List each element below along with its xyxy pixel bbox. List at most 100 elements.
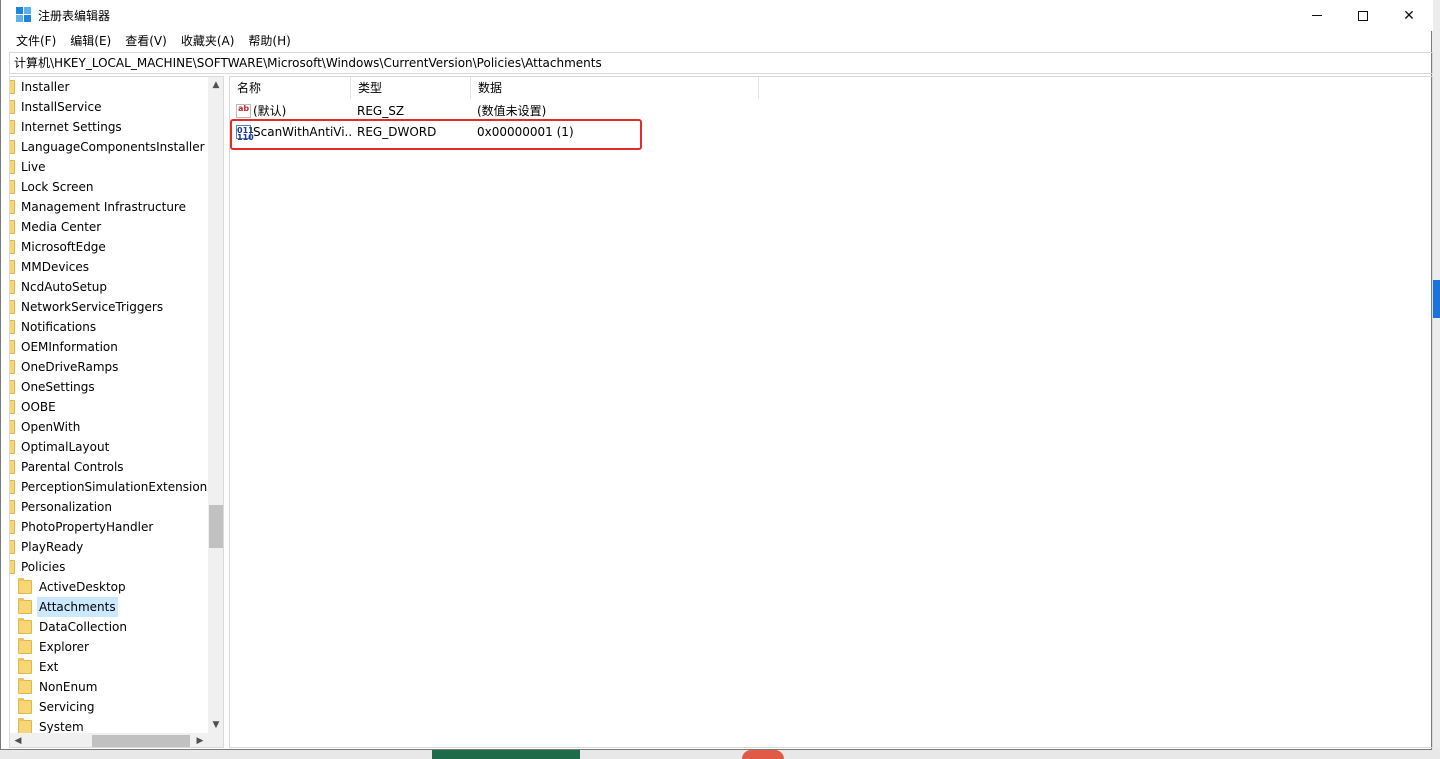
- tree-item-activedesktop[interactable]: ActiveDesktop: [10, 577, 208, 597]
- folder-icon: [10, 300, 15, 314]
- tree-item-installservice[interactable]: InstallService: [10, 97, 208, 117]
- tree-item-microsoftedge[interactable]: MicrosoftEdge: [10, 237, 208, 257]
- background-blue-block: [1432, 280, 1440, 318]
- folder-icon: [18, 698, 32, 714]
- tree-item-nonenum[interactable]: NonEnum: [10, 677, 208, 697]
- tree-item-optimallayout[interactable]: OptimalLayout: [10, 437, 208, 457]
- column-header-name[interactable]: 名称: [230, 77, 351, 99]
- tree-item-onedriveramps[interactable]: OneDriveRamps: [10, 357, 208, 377]
- tree-item-media-center[interactable]: Media Center: [10, 217, 208, 237]
- address-bar[interactable]: 计算机\HKEY_LOCAL_MACHINE\SOFTWARE\Microsof…: [9, 52, 1433, 74]
- tree-item-label: NonEnum: [39, 680, 98, 694]
- registry-editor-window: 注册表编辑器 ✕ 文件(F) 编辑(E) 查看(V) 收藏夹(A) 帮助(H) …: [0, 0, 1433, 750]
- tree-item-playready[interactable]: PlayReady: [10, 537, 208, 557]
- scroll-corner: [208, 733, 223, 747]
- folder-icon: [18, 718, 32, 734]
- values-pane[interactable]: 名称 类型 数据 ab (默认) REG_SZ (数值未设置) 011 110 S…: [229, 76, 1433, 748]
- key-tree-pane[interactable]: Installer InstallService Internet Settings…: [9, 76, 224, 748]
- tree-item-label: PerceptionSimulationExtensions: [21, 480, 214, 494]
- folder-icon: [10, 80, 15, 94]
- tree-item-servicing[interactable]: Servicing: [10, 697, 208, 717]
- folder-icon: [10, 460, 15, 474]
- tree-item-personalization[interactable]: Personalization: [10, 497, 208, 517]
- tree-item-attachments[interactable]: Attachments: [10, 597, 208, 617]
- folder-icon: [10, 560, 15, 574]
- scroll-left-arrow-icon[interactable]: ◀: [10, 733, 26, 747]
- tree-item-label: Personalization: [21, 500, 112, 514]
- tree-item-notifications[interactable]: Notifications: [10, 317, 208, 337]
- tree-item-oeminformation[interactable]: OEMInformation: [10, 337, 208, 357]
- tree-item-label: Media Center: [21, 220, 102, 234]
- tree-item-label: Internet Settings: [21, 120, 122, 134]
- scroll-right-arrow-icon[interactable]: ▶: [192, 733, 208, 747]
- folder-icon: [10, 280, 15, 294]
- scroll-down-arrow-icon[interactable]: ▼: [208, 717, 223, 733]
- column-header-data[interactable]: 数据: [471, 77, 759, 99]
- minimize-icon: [1312, 15, 1322, 16]
- title-bar[interactable]: 注册表编辑器 ✕: [1, 0, 1433, 31]
- maximize-button[interactable]: [1340, 0, 1386, 31]
- tree-item-label: Notifications: [21, 320, 97, 334]
- tree-item-datacollection[interactable]: DataCollection: [10, 617, 208, 637]
- tree-item-management-infrastructure[interactable]: Management Infrastructure: [10, 197, 208, 217]
- folder-icon: [10, 480, 15, 494]
- tree-item-label: LanguageComponentsInstaller: [21, 140, 205, 154]
- value-name: (默认): [253, 104, 287, 118]
- tree-item-label: OptimalLayout: [21, 440, 110, 454]
- folder-icon: [18, 618, 32, 634]
- column-header-type[interactable]: 类型: [351, 77, 471, 99]
- tree-item-onesettings[interactable]: OneSettings: [10, 377, 208, 397]
- tree-item-perceptionsimulationextensions[interactable]: PerceptionSimulationExtensions: [10, 477, 214, 497]
- scroll-up-arrow-icon[interactable]: ▲: [208, 77, 223, 93]
- tree-item-label: OneSettings: [21, 380, 95, 394]
- tree-item-openwith[interactable]: OpenWith: [10, 417, 208, 437]
- tree-item-label: Attachments: [37, 597, 118, 617]
- tree-item-policies[interactable]: Policies: [10, 557, 208, 577]
- value-row-default[interactable]: ab (默认) REG_SZ (数值未设置): [230, 101, 830, 121]
- horizontal-scroll-thumb[interactable]: [92, 735, 190, 747]
- vertical-scroll-thumb[interactable]: [209, 505, 223, 548]
- menu-help[interactable]: 帮助(H): [241, 31, 297, 51]
- folder-icon: [10, 100, 15, 114]
- folder-icon: [10, 420, 15, 434]
- folder-icon: [18, 658, 32, 674]
- tree-item-live[interactable]: Live: [10, 157, 208, 177]
- value-type: REG_SZ: [357, 104, 405, 118]
- close-button[interactable]: ✕: [1386, 0, 1432, 31]
- tree-item-label: Lock Screen: [21, 180, 94, 194]
- close-icon: ✕: [1403, 7, 1415, 24]
- folder-icon: [10, 180, 15, 194]
- minimize-button[interactable]: [1294, 0, 1340, 31]
- background-window-edge: [1432, 0, 1440, 759]
- tree-item-oobe[interactable]: OOBE: [10, 397, 208, 417]
- tree-item-explorer[interactable]: Explorer: [10, 637, 208, 657]
- tree-horizontal-scrollbar[interactable]: ◀ ▶: [10, 733, 208, 747]
- folder-icon: [10, 520, 15, 534]
- tree-item-installer[interactable]: Installer: [10, 77, 208, 97]
- tree-item-ext[interactable]: Ext: [10, 657, 208, 677]
- tree-item-label: ActiveDesktop: [39, 580, 126, 594]
- tree-item-label: Explorer: [39, 640, 89, 654]
- folder-icon: [10, 340, 15, 354]
- menu-edit[interactable]: 编辑(E): [63, 31, 118, 51]
- tree-item-ncdautosetup[interactable]: NcdAutoSetup: [10, 277, 208, 297]
- tree-item-photopropertyhandler[interactable]: PhotoPropertyHandler: [10, 517, 208, 537]
- menu-view[interactable]: 查看(V): [118, 31, 174, 51]
- tree-item-lock-screen[interactable]: Lock Screen: [10, 177, 208, 197]
- menu-bar: 文件(F) 编辑(E) 查看(V) 收藏夹(A) 帮助(H): [1, 31, 1433, 51]
- tree-item-internet-settings[interactable]: Internet Settings: [10, 117, 208, 137]
- tree-item-networkservicetriggers[interactable]: NetworkServiceTriggers: [10, 297, 208, 317]
- string-value-icon: ab: [236, 104, 251, 118]
- menu-file[interactable]: 文件(F): [9, 31, 63, 51]
- folder-icon: [10, 120, 15, 134]
- folder-icon: [10, 220, 15, 234]
- tree-vertical-scrollbar[interactable]: ▲ ▼: [208, 77, 223, 733]
- menu-favorites[interactable]: 收藏夹(A): [174, 31, 242, 51]
- tree-item-languagecomponentsinstaller[interactable]: LanguageComponentsInstaller: [10, 137, 208, 157]
- folder-icon: [18, 598, 32, 614]
- red-highlight-box: [230, 119, 642, 150]
- tree-item-label: PhotoPropertyHandler: [21, 520, 154, 534]
- tree-item-parental-controls[interactable]: Parental Controls: [10, 457, 208, 477]
- tree-item-mmdevices[interactable]: MMDevices: [10, 257, 208, 277]
- tree-item-label: Live: [21, 160, 46, 174]
